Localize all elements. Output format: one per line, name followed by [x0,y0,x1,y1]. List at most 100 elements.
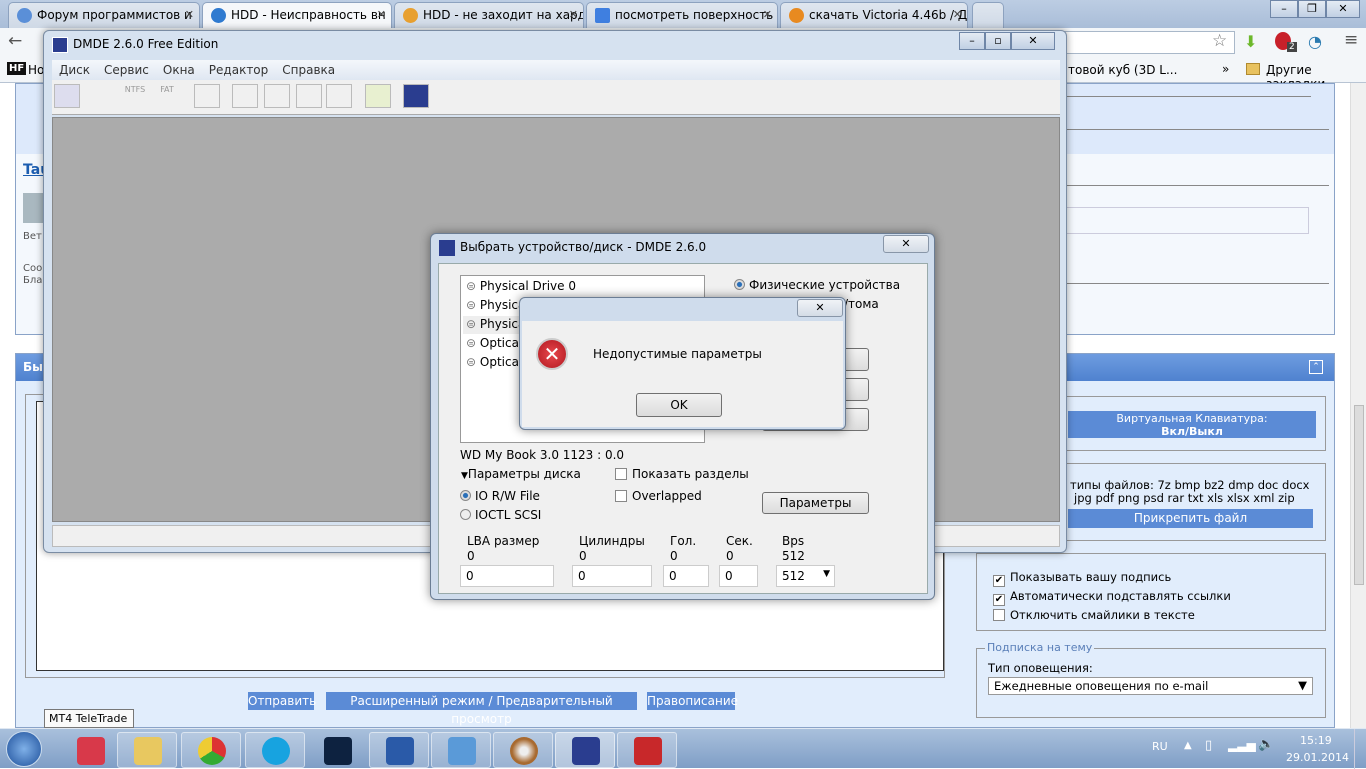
disk-select-icon[interactable] [54,84,80,108]
browser-tab[interactable]: Форум программистов и ✕ [8,2,200,28]
network-icon[interactable]: ▂▃▅ [1228,738,1256,752]
option-auto-links[interactable]: ✔ Автоматически подставлять ссылки [993,589,1231,606]
fat-icon[interactable]: FAT [154,84,180,108]
option-disable-smilies[interactable]: Отключить смайлики в тексте [993,608,1195,622]
tab-close-icon[interactable]: ✕ [763,8,772,21]
radio-logical-volumes[interactable]: /тома [844,297,879,311]
download-extension-icon[interactable]: ⬇ [1244,32,1257,51]
dmde-close-button[interactable]: ✕ [1011,32,1055,50]
disk-params-toggle[interactable]: ▼Параметры диска [461,467,581,481]
device-tray-icon[interactable]: ▯ [1205,738,1212,753]
spelling-button[interactable]: Правописание [647,692,738,710]
taskbar-skype[interactable] [245,732,305,768]
list-icon[interactable] [264,84,290,108]
notify-type-select[interactable]: Ежедневные оповещения по e-mail ▼ [988,677,1313,695]
dmde-maximize-button[interactable]: ▫ [985,32,1011,50]
bookmarks-overflow-button[interactable]: » [1222,62,1229,76]
device-item[interactable]: ⊜ Physical Drive 0 [466,279,576,293]
clock-date[interactable]: 29.01.2014 [1286,751,1349,764]
collapse-icon[interactable]: ⌃ [1309,360,1323,374]
extension-drop-icon[interactable]: ◔ [1308,32,1322,51]
new-tab-button[interactable] [972,2,1004,28]
taskbar-dmde[interactable] [555,732,615,768]
show-desktop-button[interactable] [1354,729,1366,769]
taskbar-dvd[interactable] [493,732,553,768]
bookmark-item[interactable]: Но [28,63,44,77]
tab-favicon-icon [17,8,32,23]
scrollbar-thumb[interactable] [1354,405,1364,585]
radio-io-rw-file[interactable]: IO R/W File [460,489,540,503]
bps-select[interactable]: 512 ▼ [776,565,835,587]
error-close-button[interactable]: ✕ [797,299,843,317]
ntfs-icon[interactable]: NTFS [122,84,148,108]
close-button[interactable]: ✕ [1326,0,1360,18]
back-icon[interactable]: ← [8,31,22,51]
menu-disk[interactable]: Диск [59,63,90,77]
minimize-button[interactable]: – [1270,0,1298,18]
show-hidden-icons[interactable]: ▲ [1184,740,1192,751]
sectors-input[interactable]: 0 [719,565,758,587]
device-item[interactable]: ⊜ Optica [466,336,519,350]
taskbar-visual-studio[interactable] [307,732,367,768]
browser-tab[interactable]: посмотреть поверхность ✕ [586,2,778,28]
dmde-logo-icon [52,37,68,53]
taskbar-control-panel[interactable] [431,732,491,768]
error-body: ✕ Недопустимые параметры OK [522,321,843,427]
menu-icon[interactable]: ≡ [1344,30,1358,50]
option-show-signature[interactable]: ✔ Показывать вашу подпись [993,570,1171,587]
taskbar-word[interactable] [369,732,429,768]
browser-tab[interactable]: HDD - не заходит на хард ✕ [394,2,584,28]
dmde-minimize-button[interactable]: – [959,32,985,50]
page-scrollbar[interactable] [1350,83,1366,728]
radio-ioctl-scsi[interactable]: IOCTL SCSI [460,508,541,522]
taskbar-toolbox[interactable] [617,732,677,768]
menu-editor[interactable]: Редактор [209,63,268,77]
menu-help[interactable]: Справка [282,63,335,77]
virtual-keyboard-toggle[interactable]: Виртуальная Клавиатура: Вкл/Выкл [1068,411,1316,438]
taskbar-explorer[interactable] [117,732,177,768]
attach-file-button[interactable]: Прикрепить файл [1068,509,1313,528]
overlapped-checkbox[interactable]: Overlapped [615,489,702,503]
cylinders-input[interactable]: 0 [572,565,652,587]
advanced-mode-button[interactable]: Расширенный режим / Предварительный прос… [326,692,637,726]
copy-sectors-icon[interactable] [365,84,391,108]
sector-icon[interactable] [194,84,220,108]
hf-bookmark-icon[interactable]: HF [7,62,27,75]
word-icon [386,737,414,765]
language-indicator[interactable]: RU [1152,740,1168,753]
show-partitions-checkbox[interactable]: Показать разделы [615,467,749,481]
browser-tab[interactable]: скачать Victoria 4.46b / Д ✕ [780,2,968,28]
menu-windows[interactable]: Окна [163,63,195,77]
table-icon[interactable] [296,84,322,108]
device-item[interactable]: ⊜ Optica [466,355,519,369]
dialog-close-button[interactable]: ✕ [883,235,929,253]
dvd-icon [510,737,538,765]
search-icon[interactable] [326,84,352,108]
browser-tab-active[interactable]: HDD - Неисправность вн ✕ [202,2,392,28]
tab-close-icon[interactable]: ✕ [569,8,578,21]
taskbar-chrome[interactable] [181,732,241,768]
tab-close-icon[interactable]: ✕ [185,8,194,21]
taskbar-mt4[interactable] [60,732,120,768]
allowed-file-types: jpg pdf png psd rar txt xls xlsx xml zip [1074,491,1295,505]
omnibox[interactable] [1060,31,1235,54]
control-panel-icon [448,737,476,765]
bookmark-star-icon[interactable]: ☆ [1212,31,1227,51]
ok-button[interactable]: OK [636,393,722,417]
bookmark-item[interactable]: товой куб (3D L... [1068,63,1177,77]
partitions-icon[interactable] [84,84,110,108]
lba-size-input[interactable]: 0 [460,565,554,587]
radio-physical-devices[interactable]: Физические устройства [734,278,900,292]
volume-icon[interactable]: 🔈 [1258,737,1274,752]
tab-close-icon[interactable]: ✕ [953,8,962,21]
heads-input[interactable]: 0 [663,565,709,587]
maximize-button[interactable]: ❐ [1298,0,1326,18]
menu-service[interactable]: Сервис [104,63,149,77]
parameters-button[interactable]: Параметры [762,492,869,514]
start-button[interactable] [6,731,42,767]
view-icon[interactable] [232,84,258,108]
tab-close-icon[interactable]: ✕ [377,8,386,21]
clock-time[interactable]: 15:19 [1300,734,1332,747]
dmde-about-icon[interactable] [403,84,429,108]
send-button[interactable]: Отправить [248,692,316,710]
